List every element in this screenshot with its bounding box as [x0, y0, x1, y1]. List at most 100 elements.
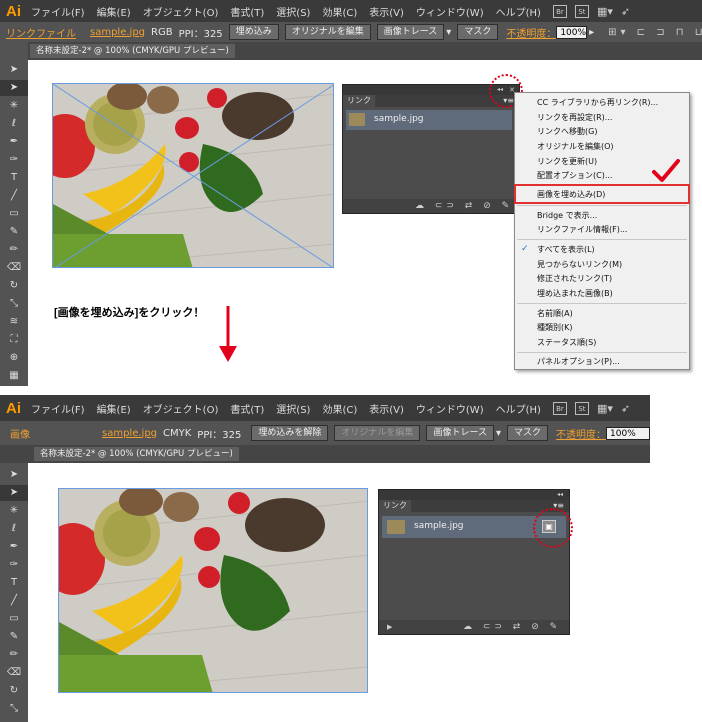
image-trace-dropdown-icon[interactable]: ▾ [496, 428, 501, 439]
ctx-show-modified[interactable]: 修正されたリンク(T) [537, 273, 612, 284]
ctx-show-all[interactable]: すべてを表示(L) [537, 244, 595, 255]
line-tool-icon[interactable]: ╱ [0, 593, 28, 609]
shape-builder-icon[interactable]: ⊕ [0, 350, 28, 366]
opacity-arrow-icon[interactable]: ▸ [589, 27, 594, 38]
warp-icon[interactable]: ≋ [0, 314, 28, 330]
collapse-panel-icon[interactable]: ◂◂ [557, 490, 563, 500]
menu-type[interactable]: 書式(T) [230, 401, 264, 416]
align-icons[interactable]: ⊞▾ ⊏ ⊐ ⊓ ⊔ [608, 27, 702, 38]
ctx-sort-name[interactable]: 名前順(A) [537, 308, 573, 319]
menu-help[interactable]: ヘルプ(H) [496, 401, 541, 416]
footer-icons[interactable]: ☁ ⊂⊃ ⇄ ⊘ ✎ [415, 199, 513, 213]
ctx-go-to-link[interactable]: リンクへ移動(G) [537, 126, 597, 137]
selection-tool-icon[interactable]: ➤ [0, 467, 28, 483]
scale-icon[interactable]: ⤡ [0, 296, 28, 312]
placed-image-embedded[interactable] [58, 488, 368, 693]
rotate-icon[interactable]: ↻ [0, 278, 28, 294]
menu-select[interactable]: 選択(S) [276, 4, 310, 19]
image-trace-button[interactable]: 画像トレース [376, 24, 445, 40]
image-trace-button[interactable]: 画像トレース [426, 425, 494, 441]
pen-tool-icon[interactable]: ✒ [0, 134, 28, 150]
footer-icons[interactable]: ☁ ⊂⊃ ⇄ ⊘ ✎ [463, 620, 561, 634]
ctx-placement-options[interactable]: 配置オプション(C)... [537, 170, 612, 181]
ctx-edit-original[interactable]: オリジナルを編集(O) [537, 141, 614, 152]
pencil-icon[interactable]: ✏ [0, 242, 28, 258]
ctx-show-embedded[interactable]: 埋め込まれた画像(B) [537, 288, 613, 299]
placed-image-linked[interactable] [52, 83, 334, 268]
ctx-panel-options[interactable]: パネルオプション(P)... [537, 356, 620, 367]
menu-file[interactable]: ファイル(F) [31, 401, 85, 416]
embed-button[interactable]: 埋め込み [228, 24, 279, 40]
paintbrush-icon[interactable]: ✎ [0, 629, 28, 645]
curvature-icon[interactable]: ✑ [0, 557, 28, 573]
eraser-icon[interactable]: ⌫ [0, 260, 28, 276]
bridge-icon[interactable]: Br [552, 401, 567, 415]
document-tab[interactable]: 名称未設定-2* @ 100% (CMYK/GPU プレビュー) [34, 447, 239, 461]
pencil-icon[interactable]: ✏ [0, 647, 28, 663]
rectangle-tool-icon[interactable]: ▭ [0, 206, 28, 222]
pen-tool-icon[interactable]: ✒ [0, 539, 28, 555]
scale-icon[interactable]: ⤡ [0, 701, 28, 717]
rectangle-tool-icon[interactable]: ▭ [0, 611, 28, 627]
play-icon[interactable]: ▶ [387, 620, 392, 634]
opacity-input[interactable]: 100% [606, 426, 650, 440]
menu-select[interactable]: 選択(S) [276, 401, 310, 416]
menu-object[interactable]: オブジェクト(O) [143, 401, 219, 416]
type-tool-icon[interactable]: T [0, 170, 28, 186]
free-transform-icon[interactable]: ⛶ [0, 332, 28, 348]
menu-help[interactable]: ヘルプ(H) [496, 4, 541, 19]
lasso-icon[interactable]: ℓ [0, 521, 28, 537]
menu-object[interactable]: オブジェクト(O) [143, 4, 219, 19]
control-link-label[interactable]: リンクファイル [6, 25, 76, 40]
opacity-input[interactable]: 100% [556, 25, 588, 39]
curvature-icon[interactable]: ✑ [0, 152, 28, 168]
lasso-icon[interactable]: ℓ [0, 116, 28, 132]
ctx-sort-kind[interactable]: 種類別(K) [537, 322, 573, 333]
paintbrush-icon[interactable]: ✎ [0, 224, 28, 240]
mask-button[interactable]: マスク [507, 425, 549, 441]
edit-original-button[interactable]: オリジナルを編集 [284, 24, 371, 40]
stock-icon[interactable]: St [574, 4, 589, 18]
perspective-grid-icon[interactable]: ▦ [0, 368, 28, 384]
links-tab[interactable]: リンク [343, 95, 375, 107]
eraser-icon[interactable]: ⌫ [0, 665, 28, 681]
bridge-icon[interactable]: Br [552, 4, 567, 18]
ctx-relink[interactable]: リンクを再設定(R)... [537, 112, 612, 123]
menu-view[interactable]: 表示(V) [369, 401, 404, 416]
menu-view[interactable]: 表示(V) [369, 4, 404, 19]
ctx-relink-cc[interactable]: CC ライブラリから再リンク(R)... [537, 97, 658, 108]
document-tab[interactable]: 名称未設定-2* @ 100% (CMYK/GPU プレビュー) [30, 44, 235, 58]
menu-file[interactable]: ファイル(F) [31, 4, 85, 19]
menu-edit[interactable]: 編集(E) [97, 401, 131, 416]
direct-select-tool-icon[interactable]: ➤ [0, 485, 28, 501]
link-item-row[interactable]: sample.jpg [346, 110, 512, 130]
line-tool-icon[interactable]: ╱ [0, 188, 28, 204]
magic-wand-icon[interactable]: ✳ [0, 503, 28, 519]
type-tool-icon[interactable]: T [0, 575, 28, 591]
unembed-button[interactable]: 埋め込みを解除 [251, 425, 329, 441]
gpu-rocket-icon[interactable]: ➶ [621, 5, 630, 18]
ctx-reveal-bridge[interactable]: Bridge で表示... [537, 210, 597, 221]
ctx-update-link[interactable]: リンクを更新(U) [537, 156, 597, 167]
menu-window[interactable]: ウィンドウ(W) [416, 4, 484, 19]
control-filename[interactable]: sample.jpg [90, 27, 145, 38]
links-tab[interactable]: リンク [379, 500, 411, 512]
image-trace-dropdown-icon[interactable]: ▾ [446, 27, 451, 38]
menu-edit[interactable]: 編集(E) [97, 4, 131, 19]
stock-icon[interactable]: St [574, 401, 589, 415]
gpu-rocket-icon[interactable]: ➶ [621, 402, 630, 415]
selection-tool-icon[interactable]: ➤ [0, 62, 28, 78]
menu-window[interactable]: ウィンドウ(W) [416, 401, 484, 416]
ctx-sort-status[interactable]: ステータス順(S) [537, 337, 596, 348]
menu-type[interactable]: 書式(T) [230, 4, 264, 19]
mask-button[interactable]: マスク [457, 24, 499, 40]
ctx-show-missing[interactable]: 見つからないリンク(M) [537, 259, 622, 270]
direct-select-tool-icon[interactable]: ➤ [0, 80, 28, 96]
workspace-icon[interactable]: ▦▾ [597, 5, 613, 18]
rotate-icon[interactable]: ↻ [0, 683, 28, 699]
workspace-icon[interactable]: ▦▾ [597, 402, 613, 415]
ctx-link-info[interactable]: リンクファイル情報(F)... [537, 224, 627, 235]
magic-wand-icon[interactable]: ✳ [0, 98, 28, 114]
menu-effect[interactable]: 効果(C) [322, 401, 357, 416]
control-filename[interactable]: sample.jpg [102, 428, 157, 439]
